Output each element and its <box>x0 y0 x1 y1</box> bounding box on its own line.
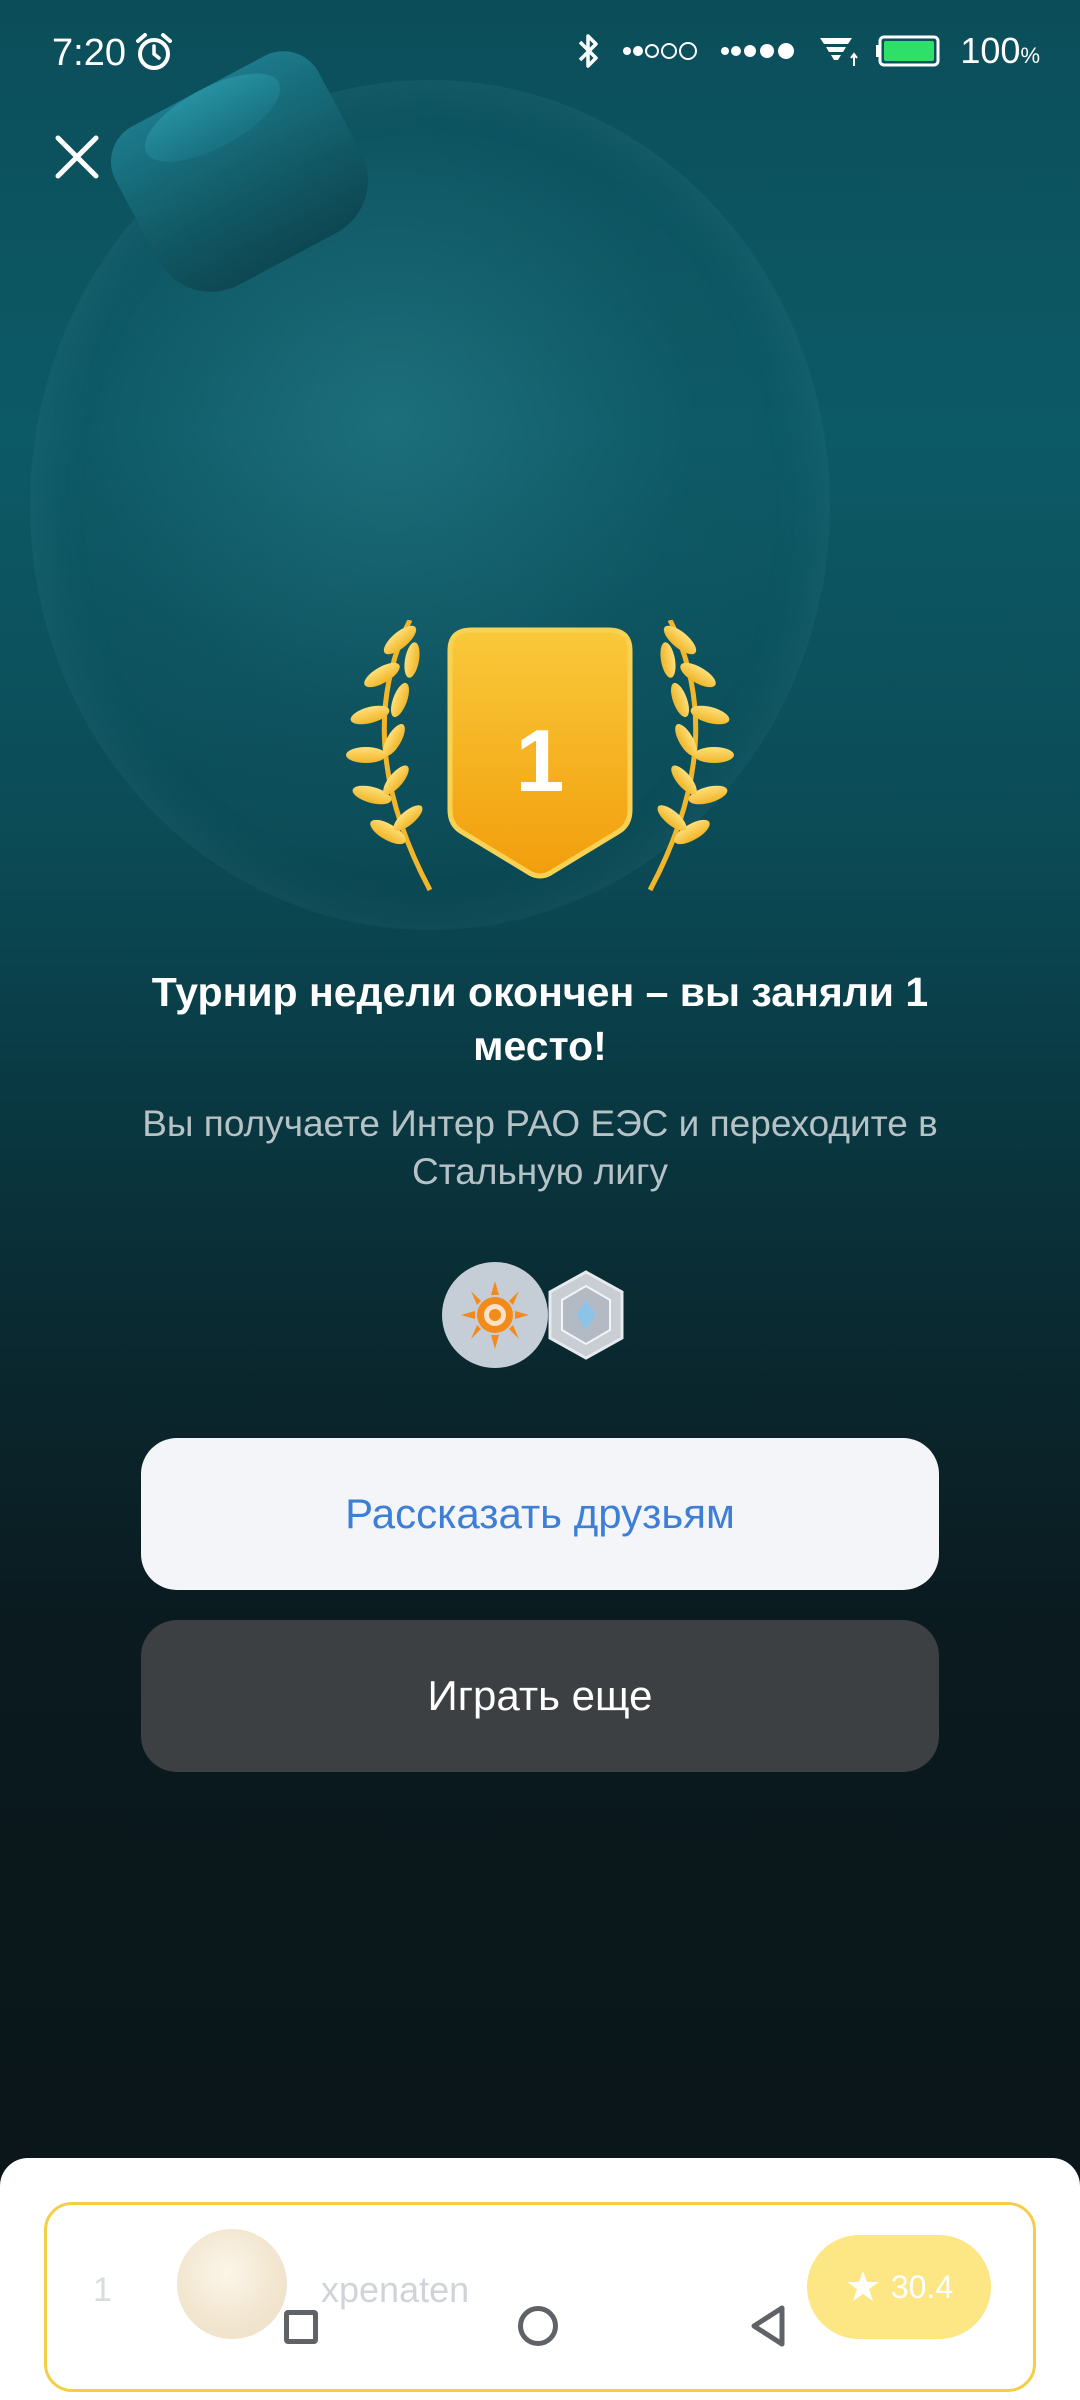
status-bar: 7:20 100% <box>0 0 1080 110</box>
navigation-bar <box>0 2290 1080 2380</box>
status-icons: 100% <box>574 30 1040 72</box>
play-again-button[interactable]: Играть еще <box>141 1620 939 1772</box>
home-icon[interactable] <box>518 2306 558 2346</box>
battery-percent: 100% <box>960 30 1040 71</box>
signal-1-icon <box>623 42 698 60</box>
share-with-friends-button[interactable]: Рассказать друзьям <box>141 1438 939 1590</box>
recent-apps-icon[interactable] <box>284 2310 318 2344</box>
tournament-result-subtitle: Вы получаете Интер РАО ЕЭС и переходите … <box>142 1103 938 1192</box>
wifi-icon <box>820 38 859 66</box>
signal-2-icon <box>721 43 795 59</box>
tournament-result-title: Турнир недели окончен – вы заняли 1 мест… <box>151 969 929 1069</box>
back-icon[interactable] <box>748 2304 788 2348</box>
status-time: 7:20 <box>52 32 126 74</box>
alarm-icon <box>136 33 172 70</box>
steel-league-badge-icon <box>548 1270 624 1360</box>
close-icon[interactable] <box>52 132 102 182</box>
rank-trophy: 1 <box>330 618 750 910</box>
battery-icon <box>876 35 940 67</box>
rank-number: 1 <box>515 711 565 810</box>
company-logo-icon <box>442 1262 548 1368</box>
reward-icons <box>442 1262 624 1372</box>
bluetooth-icon <box>579 34 599 68</box>
